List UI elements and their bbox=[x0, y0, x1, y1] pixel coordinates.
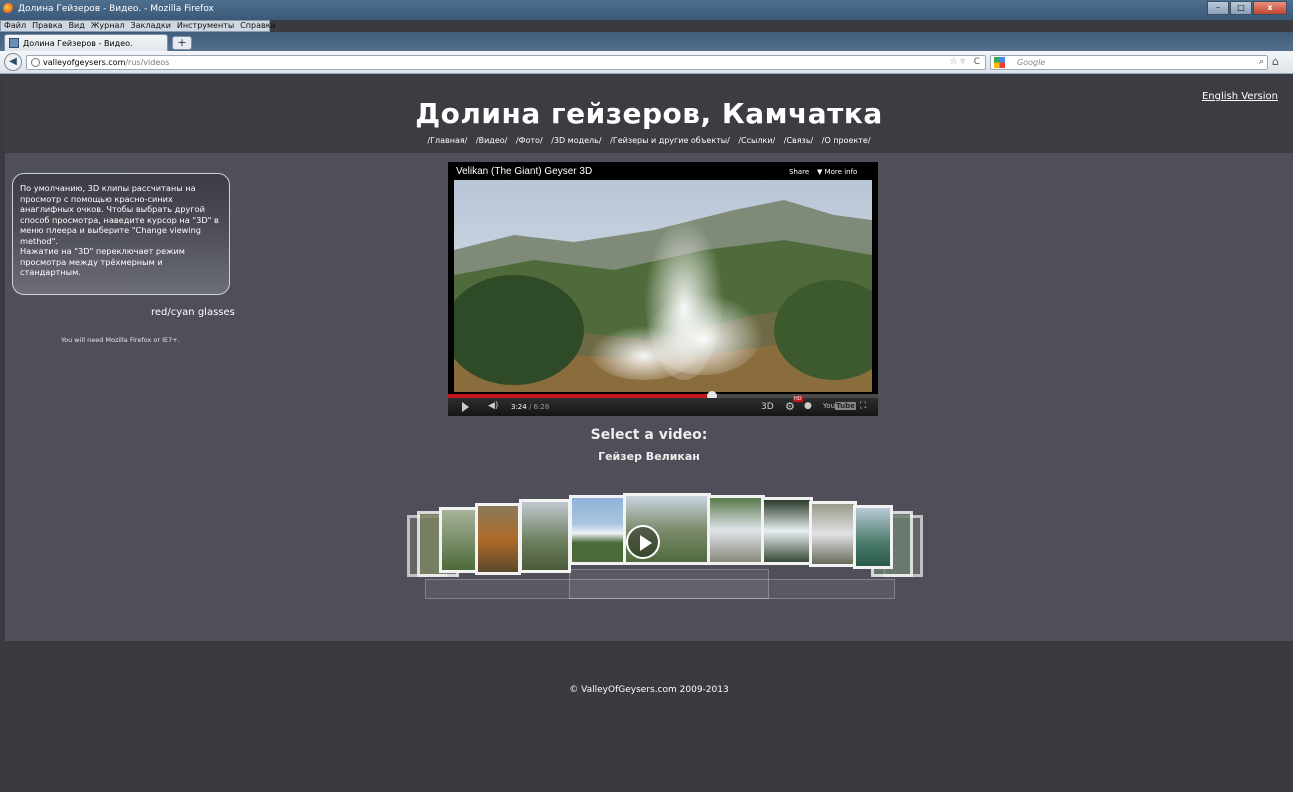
firefox-logo-icon bbox=[3, 3, 14, 14]
3d-info-box: По умолчанию, 3D клипы рассчитаны на про… bbox=[12, 173, 230, 295]
page-favicon-icon bbox=[9, 38, 19, 48]
annotations-icon[interactable]: ● bbox=[804, 401, 812, 411]
time-current: 3:24 bbox=[511, 403, 527, 411]
time-display: 3:24 / 6:28 bbox=[511, 403, 549, 411]
menu-file[interactable]: Файл bbox=[4, 21, 26, 31]
nav-about[interactable]: /О проекте/ bbox=[822, 136, 871, 145]
time-total: / 6:28 bbox=[528, 403, 550, 411]
globe-icon bbox=[31, 58, 40, 67]
google-logo-icon[interactable] bbox=[994, 57, 1005, 68]
play-icon[interactable] bbox=[462, 402, 469, 412]
hd-badge: HD bbox=[793, 396, 803, 402]
minimize-button[interactable]: – bbox=[1207, 1, 1229, 15]
glasses-label: red/cyan glasses bbox=[151, 307, 235, 318]
english-version-link[interactable]: English Version bbox=[1202, 91, 1278, 102]
player-controls: ◀) 3:24 / 6:28 3D ⚙ HD ● YouTube ⛶ bbox=[448, 396, 878, 416]
close-button[interactable]: x bbox=[1253, 1, 1287, 15]
copyright-text: © ValleyOfGeysers.com 2009-2013 bbox=[569, 685, 729, 695]
carousel-thumb[interactable] bbox=[519, 499, 571, 573]
menu-view[interactable]: Вид bbox=[69, 21, 85, 31]
play-overlay-icon[interactable] bbox=[626, 525, 660, 559]
carousel-thumb[interactable] bbox=[707, 495, 765, 565]
info-text-2: Нажатие на "3D" переключает режим просмо… bbox=[20, 246, 185, 277]
video-player[interactable]: Velikan (The Giant) Geyser 3D Share ▼ Mo… bbox=[448, 162, 878, 416]
carousel-thumb[interactable] bbox=[761, 497, 813, 565]
browser-requirement: You will need Mozilla Firefox or IE7+. bbox=[61, 336, 180, 344]
window-titlebar: Долина Гейзеров - Видео. - Mozilla Firef… bbox=[0, 0, 1293, 20]
current-video-name: Гейзер Великан bbox=[598, 450, 700, 463]
nav-contact[interactable]: /Связь/ bbox=[784, 136, 813, 145]
address-bar[interactable]: valleyofgeysers.com/rus/videos ☆ ▿ C bbox=[26, 55, 986, 70]
navigation-toolbar: ◀ valleyofgeysers.com/rus/videos ☆ ▿ C G… bbox=[0, 51, 1293, 74]
menu-bar: Файл Правка Вид Журнал Закладки Инструме… bbox=[0, 20, 275, 32]
site-header: Долина гейзеров, Камчатка English Versio… bbox=[5, 75, 1293, 153]
video-frame[interactable] bbox=[454, 180, 872, 392]
site-title: Долина гейзеров, Камчатка bbox=[415, 97, 883, 130]
3d-button[interactable]: 3D bbox=[761, 402, 774, 412]
video-carousel[interactable] bbox=[395, 493, 935, 603]
geyser-video-frame bbox=[454, 180, 872, 392]
volume-icon[interactable]: ◀) bbox=[488, 401, 498, 411]
more-info-button[interactable]: ▼ More info bbox=[817, 168, 857, 176]
search-input[interactable]: Google ⌕ bbox=[990, 55, 1268, 70]
carousel-thumb[interactable] bbox=[569, 495, 627, 565]
menu-edit[interactable]: Правка bbox=[32, 21, 62, 31]
home-icon[interactable]: ⌂ bbox=[1272, 55, 1279, 68]
site-footer: © ValleyOfGeysers.com 2009-2013 bbox=[5, 641, 1293, 792]
tab-videos[interactable]: Долина Гейзеров - Видео. bbox=[4, 34, 168, 51]
site-nav: /Главная/ /Видео/ /Фото/ /3D модель/ /Ге… bbox=[5, 136, 1293, 145]
menu-history[interactable]: Журнал bbox=[91, 21, 125, 31]
nav-photo[interactable]: /Фото/ bbox=[516, 136, 543, 145]
tab-label: Долина Гейзеров - Видео. bbox=[23, 39, 133, 48]
select-video-heading: Select a video: bbox=[590, 427, 708, 443]
new-tab-button[interactable]: + bbox=[172, 36, 192, 50]
carousel-reflection bbox=[569, 569, 769, 599]
url-path: /rus/videos bbox=[125, 58, 170, 67]
nav-home[interactable]: /Главная/ bbox=[427, 136, 467, 145]
fullscreen-icon[interactable]: ⛶ bbox=[860, 401, 866, 411]
bookmark-star-icon[interactable]: ☆ ▿ bbox=[950, 56, 965, 69]
back-button[interactable]: ◀ bbox=[4, 53, 22, 71]
menu-help[interactable]: Справка bbox=[240, 21, 275, 31]
carousel-thumb[interactable] bbox=[853, 505, 893, 569]
search-icon[interactable]: ⌕ bbox=[1259, 56, 1264, 69]
youtube-logo[interactable]: YouTube bbox=[823, 402, 856, 410]
menu-tools[interactable]: Инструменты bbox=[177, 21, 234, 31]
reload-icon[interactable]: C bbox=[974, 56, 980, 69]
nav-video[interactable]: /Видео/ bbox=[476, 136, 507, 145]
info-text: По умолчанию, 3D клипы рассчитаны на про… bbox=[20, 183, 219, 246]
tab-strip: Долина Гейзеров - Видео. + bbox=[0, 32, 1293, 51]
window-title: Долина Гейзеров - Видео. - Mozilla Firef… bbox=[18, 4, 214, 14]
carousel-thumb[interactable] bbox=[475, 503, 521, 575]
carousel-thumb[interactable] bbox=[439, 507, 479, 573]
video-title[interactable]: Velikan (The Giant) Geyser 3D bbox=[456, 166, 592, 177]
url-host: valleyofgeysers.com bbox=[43, 58, 126, 67]
nav-3d-model[interactable]: /3D модель/ bbox=[551, 136, 601, 145]
menu-bookmarks[interactable]: Закладки bbox=[130, 21, 170, 31]
maximize-button[interactable]: □ bbox=[1230, 1, 1252, 15]
nav-geysers[interactable]: /Гейзеры и другие объекты/ bbox=[610, 136, 730, 145]
youtube-logo-tube: Tube bbox=[835, 402, 856, 410]
main-content: По умолчанию, 3D клипы рассчитаны на про… bbox=[5, 153, 1293, 641]
carousel-thumb[interactable] bbox=[809, 501, 857, 567]
nav-links[interactable]: /Ссылки/ bbox=[738, 136, 775, 145]
share-button[interactable]: Share bbox=[789, 168, 809, 176]
youtube-logo-you: You bbox=[823, 402, 836, 410]
search-placeholder: Google bbox=[1017, 58, 1046, 67]
more-info-label: More info bbox=[824, 168, 858, 176]
window-controls: – □ x bbox=[1206, 1, 1287, 15]
